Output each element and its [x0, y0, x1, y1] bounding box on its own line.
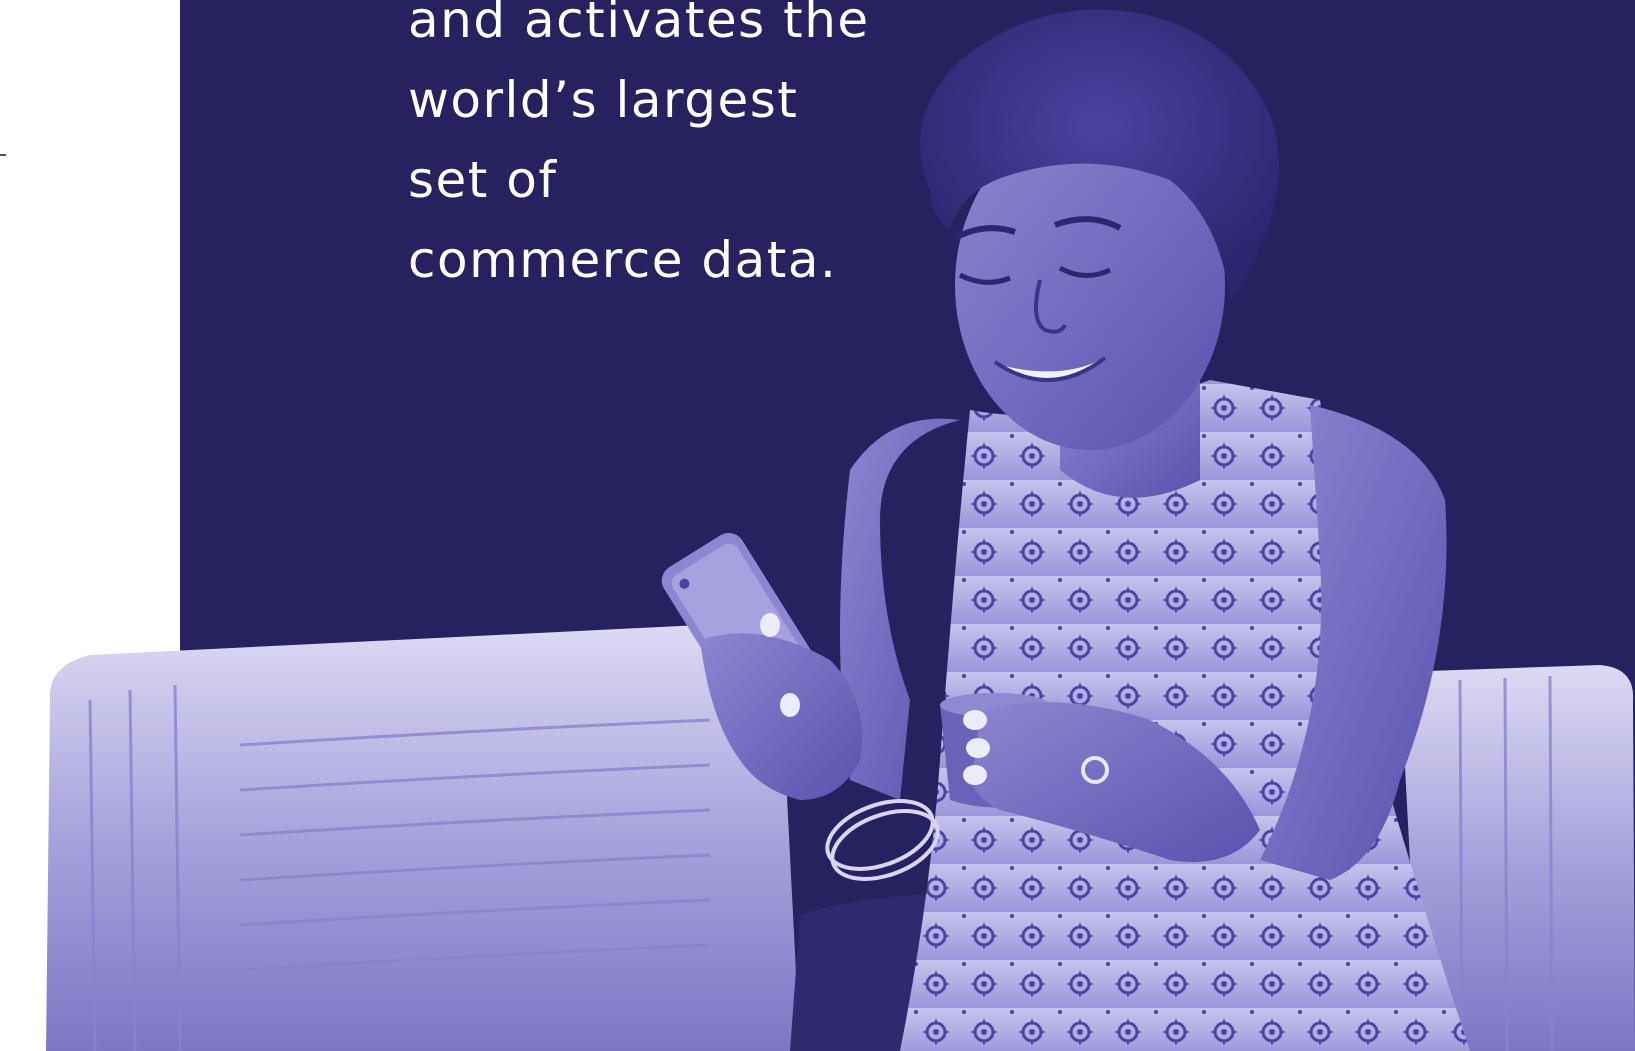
- left-white-strip: [0, 0, 180, 1051]
- headline-line-4: commerce data.: [408, 231, 838, 289]
- headline-line-2: world’s largest: [408, 71, 799, 129]
- hero-panel: and activates the world’s largest set of…: [180, 0, 1635, 1051]
- headline-line-3: set of: [408, 151, 558, 209]
- edge-mark: [0, 154, 6, 156]
- headline-line-1: and activates the: [408, 0, 870, 49]
- hero-headline: and activates the world’s largest set of…: [408, 0, 870, 300]
